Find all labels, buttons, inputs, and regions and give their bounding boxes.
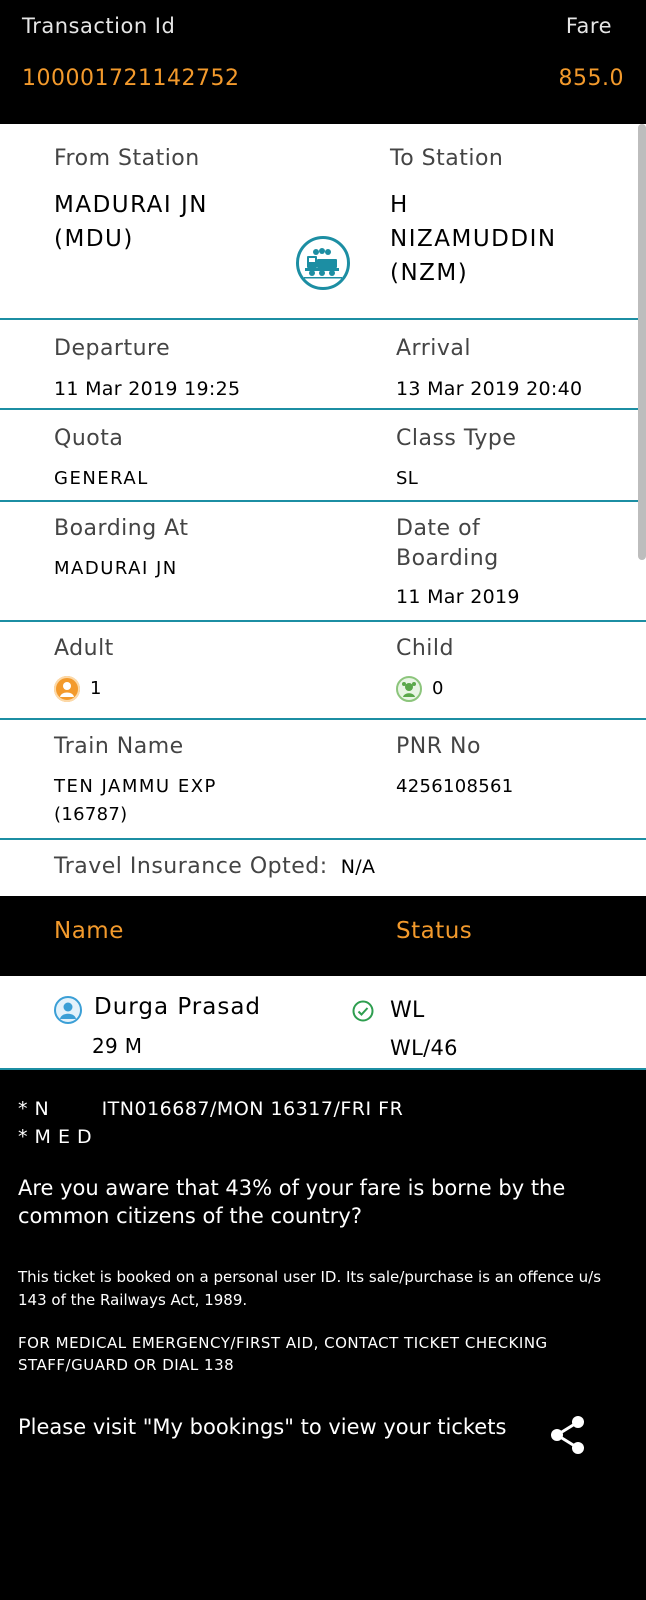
- pnr-label: PNR No: [396, 734, 481, 759]
- adult-icon: [54, 676, 80, 702]
- adult-label: Adult: [54, 636, 114, 661]
- from-station-label: From Station: [54, 146, 200, 171]
- class-type-label: Class Type: [396, 426, 517, 451]
- passenger-count-section: Adult 1 Child 0: [0, 622, 646, 720]
- train-code-line2: * M E D: [18, 1126, 93, 1148]
- passenger-avatar-icon: [54, 996, 82, 1024]
- quota-value: GENERAL: [54, 468, 149, 489]
- fare-subsidy-note: Are you aware that 43% of your fare is b…: [18, 1176, 566, 1228]
- transaction-id-label: Transaction Id: [22, 14, 176, 38]
- date-of-boarding-value: 11 Mar 2019: [396, 586, 520, 608]
- departure-value: 11 Mar 2019 19:25: [54, 378, 241, 400]
- train-name-value: TEN JAMMU EXP: [54, 776, 217, 797]
- to-station-label: To Station: [390, 146, 504, 171]
- timing-section: Departure 11 Mar 2019 19:25 Arrival 13 M…: [0, 320, 646, 410]
- transaction-id-value: 100001721142752: [22, 66, 240, 91]
- status-check-icon: [352, 1000, 374, 1022]
- to-station-code: (NZM): [390, 260, 469, 286]
- booking-status: WL: [390, 998, 425, 1023]
- fare-label: Fare: [565, 14, 612, 38]
- train-code-line1: * N ITN016687/MON 16317/FRI FR: [18, 1098, 404, 1120]
- insurance-value: N/A: [340, 856, 376, 878]
- insurance-row: Travel Insurance Opted: N/A: [54, 854, 375, 879]
- adult-count: 1: [90, 678, 102, 699]
- child-count: 0: [432, 678, 444, 699]
- passenger-name: Durga Prasad: [94, 994, 262, 1020]
- medical-emergency-note: FOR MEDICAL EMERGENCY/FIRST AID, CONTACT…: [18, 1334, 548, 1374]
- to-station-name-line2: NIZAMUDDIN: [390, 226, 557, 252]
- to-station-name-line1: H: [390, 192, 409, 218]
- child-label: Child: [396, 636, 454, 661]
- from-station-code: (MDU): [54, 226, 134, 252]
- ticket-footer: * N ITN016687/MON 16317/FRI FR * M E D A…: [0, 1070, 646, 1600]
- train-icon: [296, 236, 350, 290]
- class-type-value: SL: [396, 468, 419, 489]
- train-section: Train Name TEN JAMMU EXP (16787) PNR No …: [0, 720, 646, 840]
- station-section: From Station MADURAI JN (MDU) To Station…: [0, 124, 646, 320]
- quota-section: Quota GENERAL Class Type SL: [0, 410, 646, 502]
- pnr-value: 4256108561: [396, 776, 514, 797]
- status-column-header: Status: [396, 918, 473, 944]
- boarding-section: Boarding At MADURAI JN Date of Boarding …: [0, 502, 646, 622]
- from-station-name: MADURAI JN: [54, 192, 208, 218]
- scrollbar[interactable]: [638, 124, 646, 560]
- arrival-value: 13 Mar 2019 20:40: [396, 378, 583, 400]
- train-name-label: Train Name: [54, 734, 184, 759]
- passenger-details: 29 M: [92, 1034, 143, 1058]
- insurance-label: Travel Insurance Opted:: [54, 854, 328, 879]
- departure-label: Departure: [54, 336, 171, 361]
- transaction-header: Transaction Id Fare 100001721142752 855.…: [0, 0, 646, 124]
- arrival-label: Arrival: [396, 336, 471, 361]
- current-status: WL/46: [390, 1036, 458, 1060]
- boarding-at-label: Boarding At: [54, 516, 189, 541]
- date-of-boarding-label-line2: Boarding: [396, 546, 499, 571]
- share-icon[interactable]: [548, 1414, 588, 1456]
- legal-note: This ticket is booked on a personal user…: [18, 1268, 602, 1309]
- fare-value: 855.0: [558, 66, 624, 91]
- quota-label: Quota: [54, 426, 124, 451]
- train-number-value: (16787): [54, 804, 128, 825]
- passenger-table-header: Name Status: [0, 896, 646, 976]
- boarding-at-value: MADURAI JN: [54, 558, 178, 579]
- table-row: Durga Prasad 29 M WL WL/46: [0, 976, 646, 1070]
- child-icon: [396, 676, 422, 702]
- name-column-header: Name: [54, 918, 124, 944]
- date-of-boarding-label-line1: Date of: [396, 516, 481, 541]
- my-bookings-note: Please visit "My bookings" to view your …: [18, 1415, 507, 1439]
